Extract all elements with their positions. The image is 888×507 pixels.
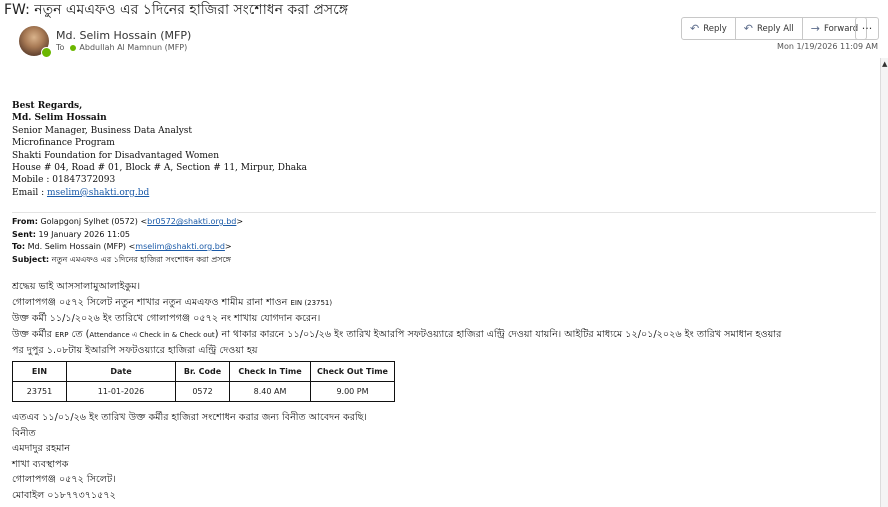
- table-row: 23751 11-01-2026 0572 8.40 AM 9.00 PM: [12, 381, 395, 402]
- presence-available-icon: [41, 47, 52, 58]
- recipient-name[interactable]: Abdullah Al Mamnun (MFP): [79, 43, 187, 52]
- fwd-subject-label: Subject:: [12, 254, 50, 264]
- body-line-3-c: ) না থাকার কারনে ১১/০১/২৬ ইং তারিখ ইআরপি…: [214, 328, 782, 340]
- body-line-2: উক্ত কর্মী ১১/১/২০২৬ ইং তারিখে গোলাপগঞ্জ…: [12, 313, 321, 325]
- fwd-sent-value: 19 January 2026 11:05: [35, 229, 130, 239]
- fwd-from-value: Golapgonj Sylhet (0572) <: [37, 217, 148, 226]
- table-header-row: EIN Date Br. Code Check In Time Check Ou…: [12, 361, 395, 382]
- sig-name: Md. Selim Hossain: [12, 113, 107, 124]
- to-label: To: [56, 43, 65, 52]
- forwarded-header: From: Golapgonj Sylhet (0572) <br0572@sh…: [12, 216, 243, 266]
- divider: [12, 212, 876, 213]
- body-line-3-b: তে (: [68, 328, 90, 340]
- col-check-out: Check Out Time: [310, 361, 395, 382]
- fwd-to-email-link[interactable]: mselim@shakti.org.bd: [135, 242, 225, 251]
- sig-greeting: Best Regards,: [12, 101, 83, 111]
- reply-all-button[interactable]: ↶ Reply All: [736, 18, 803, 39]
- cell-br-code: 0572: [175, 381, 230, 402]
- fwd-from-close: >: [236, 217, 244, 226]
- scroll-up-icon[interactable]: ▲: [882, 60, 887, 68]
- reply-button[interactable]: ↶ Reply: [682, 18, 736, 39]
- sig-mobile: Mobile : 01847372093: [12, 175, 116, 186]
- fwd-to-label: To:: [12, 242, 26, 251]
- cell-date: 11-01-2026: [66, 381, 176, 402]
- body-line-3-a: উক্ত কর্মীর: [12, 328, 55, 340]
- scrollbar[interactable]: [880, 58, 888, 507]
- email-subject: FW: নতুন এমএফও এর ১দিনের হাজিরা সংশোধন ক…: [4, 2, 349, 18]
- closing-sincerely: বিনীত: [12, 427, 36, 439]
- body-line-3-attendance: Attendance এ Check in & Check out: [89, 330, 215, 339]
- body-line-1-ein: EIN (23751): [290, 298, 333, 307]
- received-date: Mon 1/19/2026 11:09 AM: [777, 42, 878, 51]
- body-line-1-text: গোলাপগঞ্জ ০৫৭২ সিলেট নতুন শাখার নতুন এমএ…: [12, 296, 291, 308]
- closing-name: এমদাদুর রহমান: [12, 443, 70, 455]
- cell-check-out: 9.00 PM: [310, 381, 395, 402]
- sig-title: Senior Manager, Business Data Analyst: [12, 125, 193, 136]
- recipient-line: To Abdullah Al Mamnun (MFP): [56, 43, 187, 52]
- more-actions-button[interactable]: ···: [855, 17, 879, 40]
- col-ein: EIN: [12, 361, 67, 382]
- sender-avatar[interactable]: [19, 26, 52, 58]
- fwd-subject-value: নতুন এমএফও এর ১দিনের হাজিরা সংশোধন করা প…: [49, 254, 231, 264]
- fwd-to-value: Md. Selim Hossain (MFP) <: [25, 242, 136, 251]
- body-line-1: গোলাপগঞ্জ ০৫৭২ সিলেট নতুন শাখার নতুন এমএ…: [12, 295, 880, 312]
- closing-branch: গোলাপগঞ্জ ০৫৭২ সিলেট।: [12, 474, 116, 486]
- col-br-code: Br. Code: [175, 361, 230, 382]
- closing-block: এতএব ১১/০১/২৬ ইং তারিখ উক্ত কর্মীর হাজির…: [12, 410, 367, 504]
- fwd-sent-label: Sent:: [12, 229, 36, 239]
- body-salutation: শ্রদ্ধেয় ভাই আসসালামুআলাইকুম।: [12, 281, 141, 292]
- body-line-3-erp: ERP: [54, 330, 69, 339]
- recipient-presence-icon: [70, 44, 77, 51]
- forward-icon: →: [810, 22, 820, 35]
- attendance-table: EIN Date Br. Code Check In Time Check Ou…: [12, 361, 395, 402]
- reply-icon: ↶: [690, 22, 700, 35]
- cell-ein: 23751: [12, 381, 67, 402]
- body-line-3: উক্ত কর্মীর ERP তে (Attendance এ Check i…: [12, 327, 880, 344]
- closing-mobile: মোবাইল ০১৮৭৭৩৭১৫৭২: [12, 489, 116, 501]
- signature-block: Best Regards, Md. Selim Hossain Senior M…: [12, 100, 307, 199]
- fwd-to-close: >: [224, 242, 232, 251]
- sender-name[interactable]: Md. Selim Hossain (MFP): [56, 29, 191, 42]
- fwd-from-email-link[interactable]: br0572@shakti.org.bd: [147, 217, 236, 226]
- col-check-in: Check In Time: [229, 361, 311, 382]
- sig-email-link[interactable]: mselim@shakti.org.bd: [47, 188, 149, 198]
- body-line-4: পর দুপুর ১.০৮টায় ইআরপি সফটওয়্যারে হাজি…: [12, 345, 258, 357]
- cell-check-in: 8.40 AM: [229, 381, 311, 402]
- sig-address: House # 04, Road # 01, Block # A, Sectio…: [12, 163, 307, 174]
- message-body: শ্রদ্ধেয় ভাই আসসালামুআলাইকুম। গোলাপগঞ্জ…: [12, 279, 880, 359]
- reply-all-label: Reply All: [756, 23, 794, 34]
- sig-org: Shakti Foundation for Disadvantaged Wome…: [12, 150, 220, 161]
- col-date: Date: [66, 361, 176, 382]
- closing-request: এতএব ১১/০১/২৬ ইং তারিখ উক্ত কর্মীর হাজির…: [12, 412, 367, 423]
- sig-program: Microfinance Program: [12, 138, 115, 149]
- closing-position: শাখা ব্যবস্থাপক: [12, 458, 69, 470]
- sig-email-label: Email :: [12, 187, 47, 198]
- message-actions: ↶ Reply ↶ Reply All → Forward: [681, 17, 868, 40]
- forward-label: Forward: [823, 23, 859, 34]
- reply-label: Reply: [703, 23, 727, 34]
- reply-all-icon: ↶: [743, 22, 753, 35]
- fwd-from-label: From:: [12, 217, 38, 226]
